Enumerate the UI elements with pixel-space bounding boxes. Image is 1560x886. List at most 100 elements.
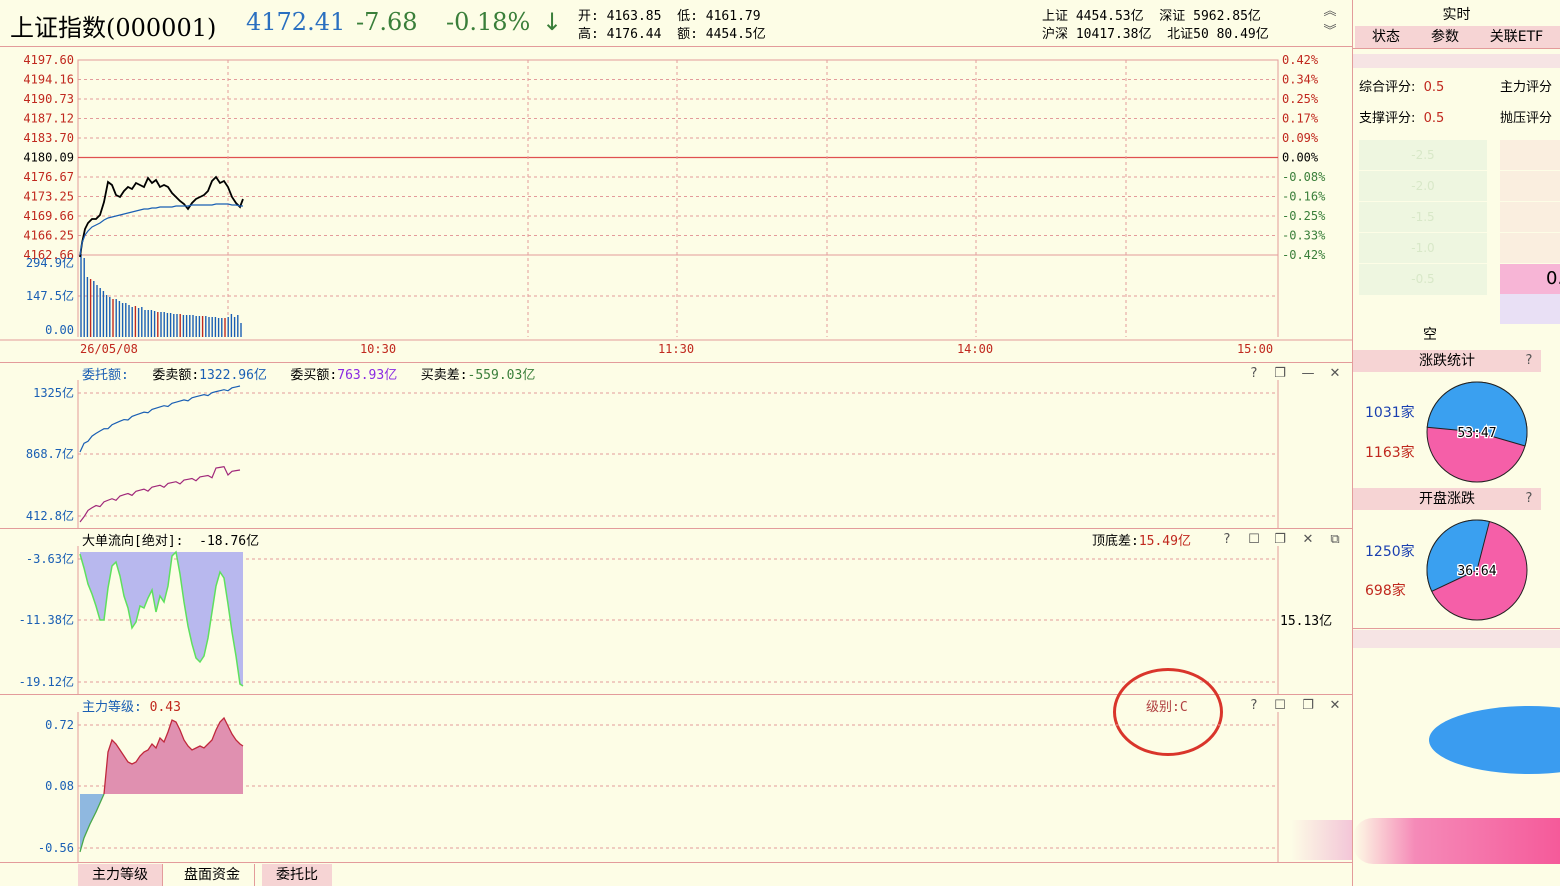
updown-down-count: 1163家: [1365, 445, 1415, 461]
scroll-up-icon[interactable]: ︽: [1322, 4, 1338, 20]
time-tick-label: 26/05/08: [80, 342, 138, 356]
open-value: 4163.85: [606, 9, 662, 24]
ladder-cell: -1.0: [1359, 233, 1487, 264]
open-label: 开:: [578, 9, 599, 24]
score-row-2: 支撑评分: 0.5: [1359, 107, 1444, 126]
updown-pie: 53:47: [1426, 381, 1528, 483]
pie-ratio-label: 53:47: [1457, 426, 1496, 441]
mainforce-score-label: 主力评分: [1500, 80, 1553, 95]
pct-tick-label: 0.00%: [1282, 151, 1319, 165]
open-down-count: 698家: [1365, 583, 1406, 599]
tab-params[interactable]: 参数: [1415, 26, 1475, 48]
stock-name: 上证指数(000001): [10, 14, 217, 42]
pct-tick-label: -0.33%: [1282, 229, 1326, 243]
price-line: [79, 175, 244, 258]
open-title: 开盘涨跌: [1419, 491, 1475, 507]
pct-tick-label: 0.34%: [1282, 73, 1319, 87]
ladder-cell: [1500, 140, 1560, 171]
time-tick-label: 10:30: [360, 342, 396, 356]
right-panel: 实时 状态 参数 关联ETF 综合评分: 0.5 主力评分 支撑评分: 0.5 …: [1353, 0, 1560, 886]
high-label: 高:: [578, 27, 599, 42]
sh-label: 上证: [1042, 9, 1069, 24]
main-tick-label: 0.08: [45, 779, 74, 793]
pct-tick-label: 0.42%: [1282, 53, 1319, 67]
low-label: 低:: [677, 9, 698, 24]
price-tick-label: 4183.70: [23, 131, 74, 145]
amount-label: 额:: [677, 27, 698, 42]
composite-score: 0.5: [1423, 80, 1445, 95]
main-tick-label: 0.72: [45, 718, 74, 732]
tab-status[interactable]: 状态: [1355, 26, 1417, 48]
pct-tick-label: -0.25%: [1282, 209, 1326, 223]
pct-tick-label: -0.16%: [1282, 190, 1326, 204]
ladder-cell: [1500, 294, 1560, 324]
pct-tick-label: -0.42%: [1282, 248, 1326, 262]
open-header: 开盘涨跌: [1353, 488, 1541, 510]
price-tick-label: 4190.73: [23, 92, 74, 106]
pct-tick-label: 0.17%: [1282, 112, 1319, 126]
updown-up-count: 1031家: [1365, 405, 1415, 421]
updown-header: 涨跌统计: [1353, 350, 1541, 372]
open-pie: 36:64: [1426, 519, 1528, 621]
sell-commission-line: [79, 385, 241, 453]
amount-value: 4454.5亿: [705, 27, 766, 42]
commission-chart[interactable]: 1325亿 868.7亿 412.8亿: [0, 380, 1352, 528]
volume-tick-label: 0.00: [45, 323, 74, 337]
down-arrow-icon: ↓: [542, 8, 563, 36]
support-score: 0.5: [1423, 111, 1445, 126]
volume-tick-label: 294.9亿: [26, 255, 74, 270]
realtime-title: 实时: [1442, 7, 1471, 23]
pct-tick-label: 0.09%: [1282, 131, 1319, 145]
time-tick-label: 11:30: [658, 342, 694, 356]
bz-value: 80.49亿: [1216, 27, 1269, 42]
high-value: 4176.44: [606, 27, 662, 42]
tab-commission-ratio[interactable]: 委托比: [262, 864, 332, 886]
pressure-score-label: 抛压评分: [1500, 111, 1553, 126]
big-tick-label: -3.63亿: [26, 551, 74, 566]
ladder-cell: [1500, 171, 1560, 202]
ladder-right: 0.: [1500, 140, 1560, 324]
big-tick-label: -11.38亿: [19, 612, 74, 627]
ladder-cell: [1500, 233, 1560, 264]
price-chart[interactable]: 4197.60 0.42% 4194.16 0.34% 4190.73 0.25% 4187…: [0, 47, 1352, 363]
help-icon[interactable]: ?: [1521, 353, 1537, 369]
hs-label: 沪深: [1042, 27, 1069, 42]
ladder-cell: [1500, 202, 1560, 233]
support-score-label: 支撑评分:: [1359, 111, 1416, 126]
updown-title: 涨跌统计: [1419, 353, 1475, 369]
pink-blur: [1353, 818, 1560, 864]
low-value: 4161.79: [705, 9, 761, 24]
price-tick-label: 4187.12: [23, 112, 74, 126]
help-icon[interactable]: ?: [1521, 491, 1537, 507]
time-tick-label: 14:00: [957, 342, 993, 356]
price-tick-label: 4197.60: [23, 53, 74, 67]
bz-label: 北证50: [1167, 27, 1209, 42]
big-tick-label: -19.12亿: [19, 674, 74, 689]
sz-value: 5962.85亿: [1193, 9, 1261, 24]
price-tick-label: 4166.25: [23, 229, 74, 243]
rp-divider-1: [1353, 48, 1560, 49]
sh-value: 4454.53亿: [1075, 9, 1144, 24]
mainforce-chart[interactable]: 0.72 0.08 -0.56: [0, 712, 1352, 862]
time-tick-label: 15:00: [1237, 342, 1273, 356]
ladder-cell: -0.5: [1359, 264, 1487, 295]
main-tick-label: -0.56: [38, 841, 74, 855]
bottom-blur-strip: [1290, 820, 1352, 860]
sz-label: 深证: [1159, 9, 1186, 24]
tab-mainforce[interactable]: 主力等级: [78, 864, 163, 886]
main-positive-area: [104, 718, 243, 794]
pct-tick-label: -0.08%: [1282, 170, 1326, 184]
scroll-down-icon[interactable]: ︾: [1322, 24, 1338, 40]
stock-change: -7.68: [356, 8, 418, 36]
tab-etf[interactable]: 关联ETF: [1473, 26, 1560, 48]
bigorder-right-value: 15.13亿: [1280, 614, 1333, 629]
ladder-cell: -1.5: [1359, 202, 1487, 233]
rp-divider-2: [1353, 628, 1560, 629]
tab-funds[interactable]: 盘面资金: [170, 864, 255, 886]
price-tick-label: 4173.25: [23, 190, 74, 204]
composite-score-label: 综合评分:: [1359, 80, 1416, 95]
avg-price-line: [79, 203, 243, 256]
commission-divider: [0, 362, 1352, 363]
score-row-1: 综合评分: 0.5: [1359, 76, 1444, 95]
price-tick-label: 4194.16: [23, 73, 74, 87]
